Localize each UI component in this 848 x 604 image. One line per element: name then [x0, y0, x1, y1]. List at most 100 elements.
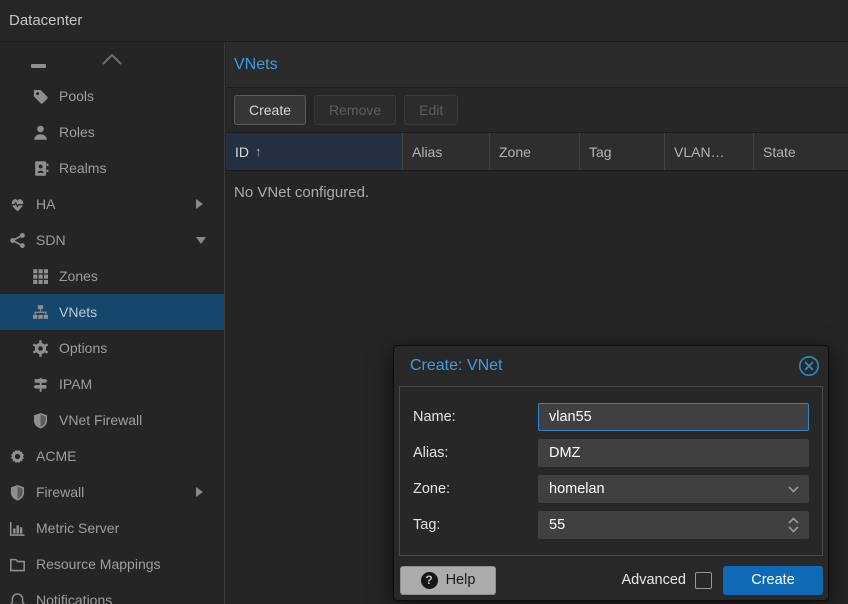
- folder-icon: [9, 556, 26, 573]
- sidebar-item-label: Resource Mappings: [36, 556, 161, 572]
- tag-icon: [32, 88, 49, 105]
- sidebar-nav: Pools Roles Realms HA SDN Zones VNets Options IP…: [0, 42, 225, 604]
- remove-button: Remove: [314, 95, 396, 125]
- sidebar-item-label: HA: [36, 196, 55, 212]
- share-nodes-icon: [9, 232, 26, 249]
- help-button[interactable]: ? Help: [400, 566, 496, 595]
- advanced-checkbox[interactable]: [695, 572, 712, 589]
- chevron-right-icon[interactable]: [196, 199, 203, 209]
- sidebar-item-notifications[interactable]: Notifications: [0, 582, 224, 604]
- sidebar-item-label: Notifications: [36, 592, 112, 604]
- sidebar-item-label: Metric Server: [36, 520, 119, 536]
- sidebar-item-sdn[interactable]: SDN: [0, 222, 224, 258]
- sidebar-item-partial[interactable]: [0, 42, 224, 78]
- grid-icon: [32, 268, 49, 285]
- table-empty-text: No VNet configured.: [226, 171, 848, 201]
- column-header-label: VLAN…: [674, 144, 725, 160]
- field-label: Zone:: [413, 481, 538, 497]
- column-header-label: State: [763, 144, 796, 160]
- sidebar-item-label: VNet Firewall: [59, 412, 142, 428]
- sidebar-item-label: Zones: [59, 268, 98, 284]
- spinner-arrows-icon[interactable]: [788, 517, 799, 533]
- partial-icon-fragment: [31, 64, 46, 68]
- chevron-down-icon[interactable]: [788, 486, 799, 493]
- create-button[interactable]: Create: [234, 95, 306, 125]
- form-row: Zone: homelan: [413, 475, 809, 503]
- sidebar-item-metric-server[interactable]: Metric Server: [0, 510, 224, 546]
- field-value: DMZ: [549, 445, 580, 461]
- chevron-up-icon: [101, 53, 123, 69]
- question-circle-icon: ?: [421, 572, 438, 589]
- sidebar-item-label: Firewall: [36, 484, 84, 500]
- sidebar-item-label: Realms: [59, 160, 106, 176]
- form-row: Alias:DMZ: [413, 439, 809, 467]
- panel-title: VNets: [226, 56, 278, 74]
- shield-icon: [32, 412, 49, 429]
- proxmox-datacenter-app: Datacenter Pools Roles Realms HA SDN Zones VNe…: [0, 0, 848, 604]
- name-field[interactable]: vlan55: [538, 403, 809, 431]
- sidebar-item-firewall[interactable]: Firewall: [0, 474, 224, 510]
- sitemap-icon: [32, 304, 49, 321]
- column-header-state[interactable]: State: [754, 133, 848, 170]
- certificate-icon: [9, 448, 26, 465]
- dialog-footer: ? Help Advanced Create: [394, 560, 828, 600]
- form-row: Tag: 55: [413, 511, 809, 539]
- column-header-label: Zone: [499, 144, 531, 160]
- chevron-down-icon[interactable]: [196, 237, 206, 244]
- sidebar-item-realms[interactable]: Realms: [0, 150, 224, 186]
- field-value: homelan: [549, 481, 605, 497]
- chevron-right-icon[interactable]: [196, 487, 203, 497]
- column-header-label: Tag: [589, 144, 612, 160]
- tag-field[interactable]: 55: [538, 511, 809, 539]
- sidebar-item-resource-mappings[interactable]: Resource Mappings: [0, 546, 224, 582]
- sidebar-item-roles[interactable]: Roles: [0, 114, 224, 150]
- form-row: Name: vlan55: [413, 403, 809, 431]
- map-signs-icon: [32, 376, 49, 393]
- zone-field[interactable]: homelan: [538, 475, 809, 503]
- dialog-create-button[interactable]: Create: [723, 566, 823, 595]
- dialog-body: Name: vlan55 Alias:DMZ Zone: homelan Tag: 55: [399, 386, 823, 556]
- close-icon[interactable]: [798, 355, 820, 377]
- sidebar-item-label: Roles: [59, 124, 95, 140]
- sidebar-item-label: VNets: [59, 304, 97, 320]
- table-header-row: ID ↑ Alias Zone Tag VLAN… State: [226, 133, 848, 171]
- user-icon: [32, 124, 49, 141]
- column-header-label: ID: [235, 144, 249, 160]
- create-vnet-dialog: Create: VNet Name: vlan55 Alias:DMZ Zone: ho…: [393, 345, 829, 601]
- sidebar-item-vnet-firewall[interactable]: VNet Firewall: [0, 402, 224, 438]
- sidebar-item-label: IPAM: [59, 376, 92, 392]
- sidebar-item-acme[interactable]: ACME: [0, 438, 224, 474]
- alias-field[interactable]: DMZ: [538, 439, 809, 467]
- field-value: vlan55: [549, 409, 592, 425]
- sort-ascending-icon: ↑: [255, 144, 262, 159]
- toolbar: Create Remove Edit: [226, 88, 848, 133]
- column-header-vlan[interactable]: VLAN…: [665, 133, 754, 170]
- edit-button: Edit: [404, 95, 458, 125]
- bell-icon: [9, 592, 26, 604]
- shield-icon: [9, 484, 26, 501]
- panel-header: VNets: [226, 42, 848, 88]
- field-label: Name:: [413, 409, 538, 425]
- sidebar-item-options[interactable]: Options: [0, 330, 224, 366]
- field-label: Tag:: [413, 517, 538, 533]
- column-header-id[interactable]: ID ↑: [226, 133, 403, 170]
- column-header-label: Alias: [412, 144, 442, 160]
- sidebar-item-ha[interactable]: HA: [0, 186, 224, 222]
- sidebar-item-label: SDN: [36, 232, 66, 248]
- sidebar-item-pools[interactable]: Pools: [0, 78, 224, 114]
- heartbeat-icon: [9, 196, 26, 213]
- field-value: 55: [549, 517, 565, 533]
- sidebar-item-vnets[interactable]: VNets: [0, 294, 224, 330]
- dialog-header[interactable]: Create: VNet: [394, 346, 828, 386]
- address-book-icon: [32, 160, 49, 177]
- column-header-zone[interactable]: Zone: [490, 133, 580, 170]
- sidebar-item-label: ACME: [36, 448, 76, 464]
- help-button-label: Help: [446, 572, 476, 588]
- sidebar-item-ipam[interactable]: IPAM: [0, 366, 224, 402]
- gear-icon: [32, 340, 49, 357]
- column-header-tag[interactable]: Tag: [580, 133, 665, 170]
- page-title: Datacenter: [0, 12, 82, 29]
- bar-chart-icon: [9, 520, 26, 537]
- sidebar-item-zones[interactable]: Zones: [0, 258, 224, 294]
- column-header-alias[interactable]: Alias: [403, 133, 490, 170]
